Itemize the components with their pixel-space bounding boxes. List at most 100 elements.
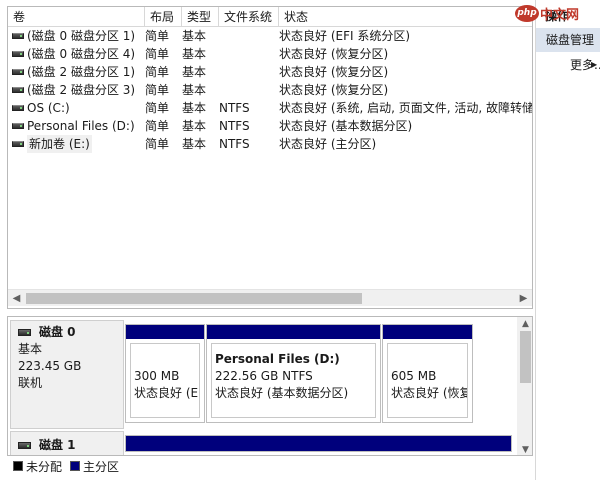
table-row[interactable]: (磁盘 2 磁盘分区 3) 简单 基本 状态良好 (恢复分区) xyxy=(8,81,532,99)
partition-size: 222.56 GB NTFS xyxy=(215,369,313,383)
filesystem-cell: NTFS xyxy=(219,119,250,133)
volume-icon xyxy=(12,141,24,147)
disk-icon xyxy=(18,442,31,449)
table-row[interactable]: Personal Files (D:) 简单 基本 NTFS 状态良好 (基本数… xyxy=(8,117,532,135)
partition-body: Personal Files (D:) 222.56 GB NTFS 状态良好 … xyxy=(211,343,376,418)
scrollbar-thumb[interactable] xyxy=(520,331,531,383)
action-section-disk-management[interactable]: 磁盘管理 xyxy=(536,28,600,52)
volume-name: Personal Files (D:) xyxy=(27,119,135,133)
disk-1-partition-bar[interactable] xyxy=(125,435,512,452)
type-cell: 基本 xyxy=(182,29,207,43)
type-cell: 基本 xyxy=(182,83,207,97)
disk-0-label[interactable]: 磁盘 0 基本 223.45 GB 联机 xyxy=(10,320,124,429)
volume-list-pane: 卷 布局 类型 文件系统 状态 (磁盘 0 磁盘分区 1) 简单 基本 状态良好… xyxy=(7,6,533,309)
column-header-type[interactable]: 类型 xyxy=(182,7,219,27)
watermark-text: 中文网 xyxy=(540,8,580,23)
layout-cell: 简单 xyxy=(145,47,170,61)
action-pane: 操作 磁盘管理 更多... xyxy=(535,0,600,480)
volume-name: (磁盘 2 磁盘分区 3) xyxy=(27,83,136,97)
column-header-volume[interactable]: 卷 xyxy=(8,7,145,27)
disk-1-name: 磁盘 1 xyxy=(39,438,76,452)
disk-1-title: 磁盘 1 xyxy=(18,437,123,454)
disk-1-label[interactable]: 磁盘 1 xyxy=(10,431,124,455)
legend-swatch-primary xyxy=(70,461,81,471)
vertical-scrollbar[interactable]: ▲ ▼ xyxy=(517,317,532,455)
volume-cell: (磁盘 2 磁盘分区 3) xyxy=(12,81,145,99)
disk-map-pane: 磁盘 0 基本 223.45 GB 联机 300 MB 状态良好 (EI Per… xyxy=(7,316,533,456)
horizontal-scrollbar[interactable]: ◀ ▶ xyxy=(8,289,532,306)
type-cell: 基本 xyxy=(182,65,207,79)
partition-personal-files[interactable]: Personal Files (D:) 222.56 GB NTFS 状态良好 … xyxy=(206,324,381,423)
status-cell: 状态良好 (恢复分区) xyxy=(279,65,389,79)
volume-cell: 新加卷 (E:) xyxy=(12,135,145,153)
partition-size: 605 MB xyxy=(391,369,437,383)
volume-cell: OS (C:) xyxy=(12,99,145,117)
status-cell: 状态良好 (恢复分区) xyxy=(279,83,389,97)
partition-efi[interactable]: 300 MB 状态良好 (EI xyxy=(125,324,205,423)
volume-name: 新加卷 (E:) xyxy=(27,135,92,153)
scroll-left-icon[interactable]: ◀ xyxy=(8,290,25,307)
volume-cell: (磁盘 2 磁盘分区 1) xyxy=(12,63,145,81)
volume-cell: Personal Files (D:) xyxy=(12,117,145,135)
partition-status: 状态良好 (基本数据分区) xyxy=(215,386,349,400)
filesystem-cell: NTFS xyxy=(219,137,250,151)
layout-cell: 简单 xyxy=(145,65,170,79)
status-cell: 状态良好 (EFI 系统分区) xyxy=(279,29,411,43)
filesystem-cell: NTFS xyxy=(219,101,250,115)
volume-name: (磁盘 2 磁盘分区 1) xyxy=(27,65,136,79)
watermark: php 中文网 xyxy=(515,4,579,23)
volume-name: (磁盘 0 磁盘分区 1) xyxy=(27,29,136,43)
volume-name: (磁盘 0 磁盘分区 4) xyxy=(27,47,136,61)
legend-label: 未分配 xyxy=(26,459,63,474)
disk-0-size: 223.45 GB xyxy=(18,359,82,373)
type-cell: 基本 xyxy=(182,119,207,133)
partition-body: 300 MB 状态良好 (EI xyxy=(130,343,200,418)
volume-cell: (磁盘 0 磁盘分区 1) xyxy=(12,27,145,45)
partition-status: 状态良好 (恢复 xyxy=(391,386,468,400)
layout-cell: 简单 xyxy=(145,83,170,97)
type-cell: 基本 xyxy=(182,47,207,61)
partition-size: 300 MB xyxy=(134,369,180,383)
table-row[interactable]: (磁盘 2 磁盘分区 1) 简单 基本 状态良好 (恢复分区) xyxy=(8,63,532,81)
legend-item-unallocated: 未分配 xyxy=(13,458,62,475)
watermark-badge: php xyxy=(515,5,539,22)
scroll-up-icon[interactable]: ▲ xyxy=(517,317,532,331)
type-cell: 基本 xyxy=(182,101,207,115)
layout-cell: 简单 xyxy=(145,137,170,151)
partition-body: 605 MB 状态良好 (恢复 xyxy=(387,343,468,418)
table-row[interactable]: OS (C:) 简单 基本 NTFS 状态良好 (系统, 启动, 页面文件, 活… xyxy=(8,99,532,117)
partition-bar xyxy=(207,325,380,340)
column-header-layout[interactable]: 布局 xyxy=(145,7,182,27)
volume-cell: (磁盘 0 磁盘分区 4) xyxy=(12,45,145,63)
legend: 未分配 主分区 xyxy=(13,458,127,474)
status-cell: 状态良好 (系统, 启动, 页面文件, 活动, 故障转储, xyxy=(279,101,533,115)
legend-swatch-unallocated xyxy=(13,461,23,471)
volume-name: OS (C:) xyxy=(27,101,70,115)
chevron-right-icon[interactable]: ▶ xyxy=(591,60,597,69)
table-row[interactable]: (磁盘 0 磁盘分区 1) 简单 基本 状态良好 (EFI 系统分区) xyxy=(8,27,532,45)
table-row[interactable]: 新加卷 (E:) 简单 基本 NTFS 状态良好 (主分区) xyxy=(8,135,532,153)
status-cell: 状态良好 (恢复分区) xyxy=(279,47,389,61)
volume-icon xyxy=(12,33,24,39)
disk-0-state: 联机 xyxy=(18,376,43,390)
volume-icon xyxy=(12,51,24,57)
partition-recovery[interactable]: 605 MB 状态良好 (恢复 xyxy=(382,324,473,423)
column-header-status[interactable]: 状态 xyxy=(279,7,532,27)
status-cell: 状态良好 (主分区) xyxy=(279,137,377,151)
volume-rows: (磁盘 0 磁盘分区 1) 简单 基本 状态良好 (EFI 系统分区) (磁盘 … xyxy=(8,27,532,153)
volume-list-header: 卷 布局 类型 文件系统 状态 xyxy=(8,7,532,27)
volume-icon xyxy=(12,69,24,75)
disk-0-type: 基本 xyxy=(18,342,43,356)
partition-name: Personal Files (D:) xyxy=(215,352,340,366)
scroll-right-icon[interactable]: ▶ xyxy=(515,290,532,307)
volume-icon xyxy=(12,87,24,93)
scroll-down-icon[interactable]: ▼ xyxy=(517,443,532,455)
legend-item-primary: 主分区 xyxy=(70,458,119,475)
volume-icon xyxy=(12,123,24,129)
table-row[interactable]: (磁盘 0 磁盘分区 4) 简单 基本 状态良好 (恢复分区) xyxy=(8,45,532,63)
legend-label: 主分区 xyxy=(83,459,120,474)
disk-0-title: 磁盘 0 xyxy=(18,324,123,341)
layout-cell: 简单 xyxy=(145,119,170,133)
column-header-filesystem[interactable]: 文件系统 xyxy=(219,7,279,27)
scrollbar-thumb[interactable] xyxy=(26,293,362,304)
